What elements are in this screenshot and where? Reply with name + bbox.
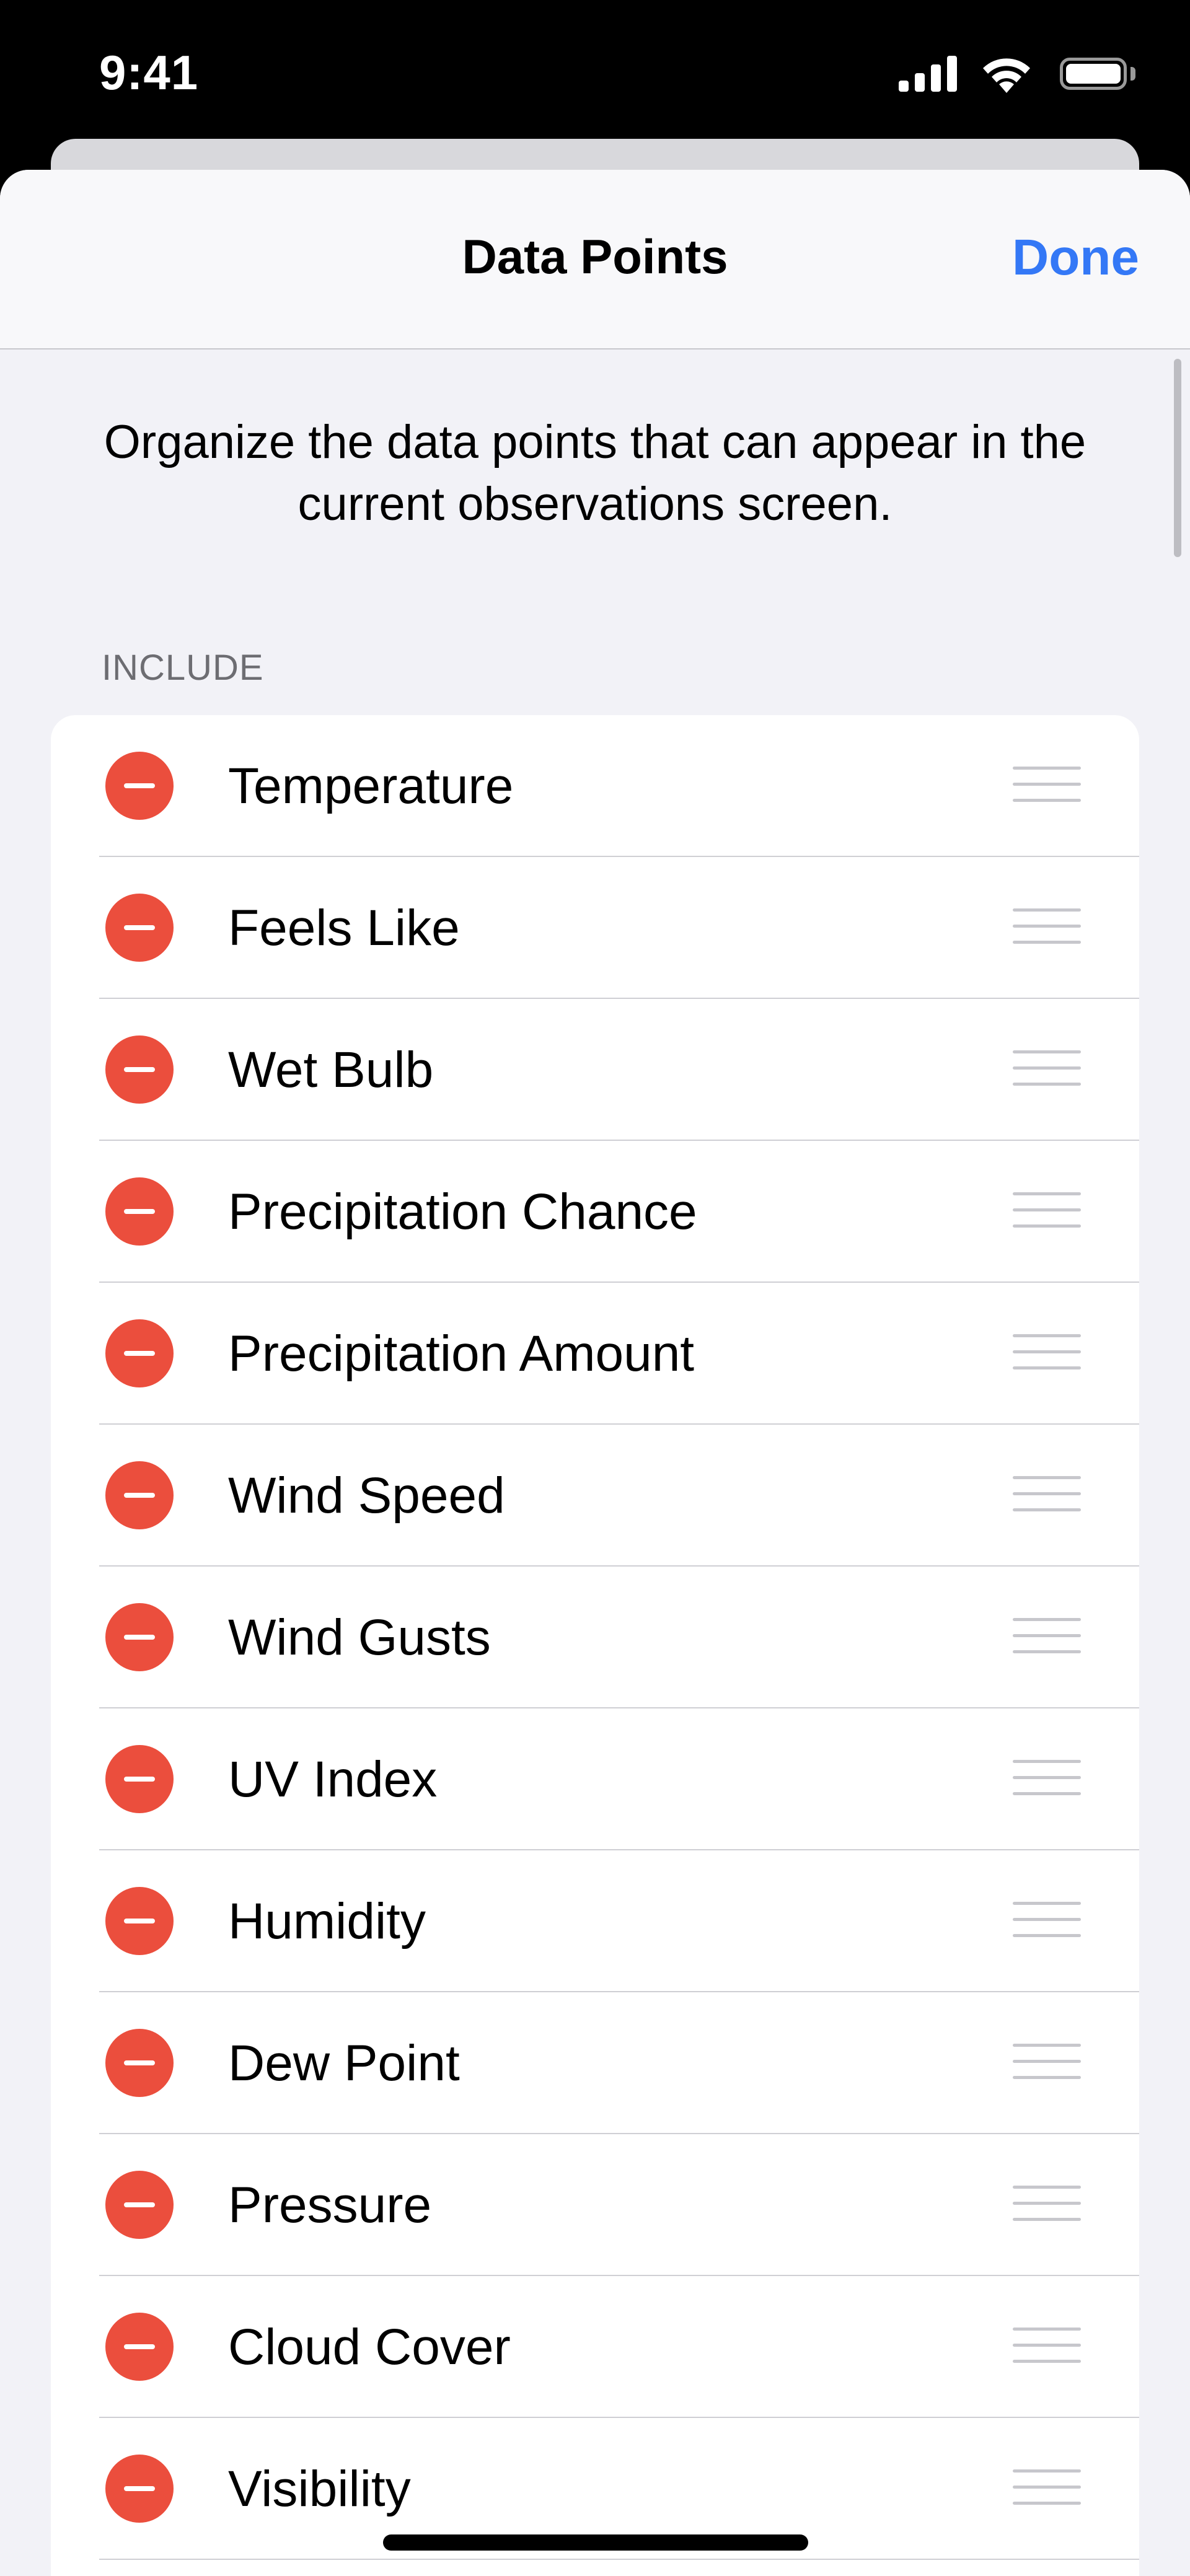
item-label: UV Index [228, 1751, 438, 1808]
status-time: 9:41 [99, 45, 199, 100]
item-label: Precipitation Chance [228, 1184, 697, 1240]
row-divider [99, 2559, 1139, 2560]
remove-button[interactable] [105, 2171, 174, 2239]
list-item: Dew Point [51, 1992, 1139, 2134]
item-label: Precipitation Amount [228, 1325, 695, 1382]
item-label: Cloud Cover [228, 2319, 511, 2375]
drag-handle-icon[interactable] [1013, 1618, 1081, 1655]
scroll-indicator[interactable] [1174, 359, 1181, 557]
done-button[interactable]: Done [1012, 229, 1139, 287]
section-header-include: INCLUDE [102, 648, 264, 688]
list-item: UV Index [51, 1708, 1139, 1850]
drag-handle-icon[interactable] [1013, 767, 1081, 804]
drag-handle-icon[interactable] [1013, 1760, 1081, 1797]
list-item: Pressure [51, 2134, 1139, 2276]
drag-handle-icon[interactable] [1013, 1192, 1081, 1229]
wifi-icon [983, 58, 1030, 93]
list-item: Cloud Cover [51, 2276, 1139, 2418]
remove-button[interactable] [105, 1745, 174, 1813]
drag-handle-icon[interactable] [1013, 2186, 1081, 2223]
remove-button[interactable] [105, 1603, 174, 1671]
item-label: Wind Gusts [228, 1609, 491, 1666]
description-text: Organize the data points that can appear… [104, 416, 1086, 530]
list-item: Feels Like [51, 857, 1139, 999]
item-label: Feels Like [228, 900, 460, 956]
remove-button[interactable] [105, 1177, 174, 1246]
data-points-sheet: Data Points Done Organize the data point… [0, 170, 1190, 2576]
drag-handle-icon[interactable] [1013, 2469, 1081, 2507]
item-label: Wet Bulb [228, 1042, 434, 1098]
cellular-signal-icon [899, 55, 958, 92]
remove-button[interactable] [105, 2029, 174, 2097]
drag-handle-icon[interactable] [1013, 2328, 1081, 2365]
drag-handle-icon[interactable] [1013, 1050, 1081, 1088]
drag-handle-icon[interactable] [1013, 2044, 1081, 2081]
list-item: Humidity [51, 1850, 1139, 1992]
nav-title: Data Points [462, 229, 728, 284]
remove-button[interactable] [105, 1887, 174, 1955]
remove-button[interactable] [105, 2313, 174, 2381]
item-label: Temperature [228, 758, 514, 814]
list-item: Wind Speed [51, 1425, 1139, 1567]
drag-handle-icon[interactable] [1013, 1902, 1081, 1939]
battery-icon [1060, 58, 1127, 90]
list-item: Precipitation Chance [51, 1141, 1139, 1283]
remove-button[interactable] [105, 752, 174, 820]
remove-button[interactable] [105, 1319, 174, 1387]
list-item: Temperature [51, 715, 1139, 857]
drag-handle-icon[interactable] [1013, 1476, 1081, 1513]
list-item: Wet Bulb [51, 999, 1139, 1141]
item-label: Wind Speed [228, 1467, 505, 1524]
remove-button[interactable] [105, 2455, 174, 2523]
item-label: Humidity [228, 1893, 426, 1950]
drag-handle-icon[interactable] [1013, 1334, 1081, 1371]
item-label: Dew Point [228, 2035, 460, 2091]
home-indicator[interactable] [383, 2534, 808, 2551]
status-bar: 9:41 [0, 0, 1190, 143]
remove-button[interactable] [105, 1035, 174, 1104]
remove-button[interactable] [105, 1461, 174, 1529]
drag-handle-icon[interactable] [1013, 908, 1081, 946]
item-label: Pressure [228, 2177, 432, 2233]
battery-tip [1130, 67, 1135, 81]
list-item: Wind Gusts [51, 1567, 1139, 1708]
remove-button[interactable] [105, 894, 174, 962]
status-icons [899, 55, 1140, 93]
include-list: Temperature Feels Like Wet Bulb Precipit… [51, 715, 1139, 2576]
navigation-bar: Data Points Done [0, 170, 1190, 349]
list-item: Precipitation Amount [51, 1283, 1139, 1425]
